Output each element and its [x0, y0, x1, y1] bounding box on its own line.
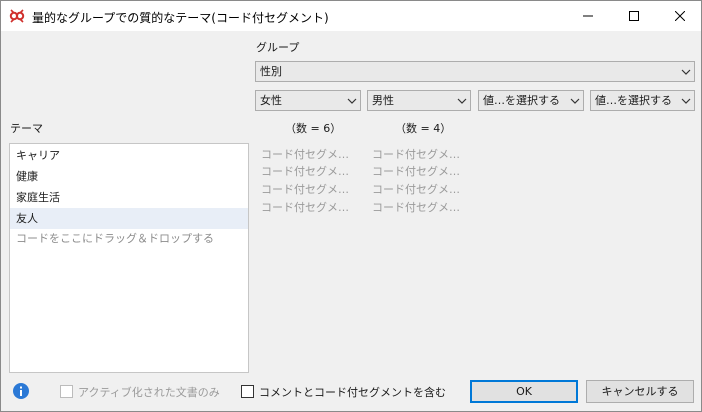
chevron-down-icon — [570, 98, 580, 104]
group-select-value: 性別 — [260, 65, 282, 78]
chevron-down-icon — [347, 98, 357, 104]
theme-item[interactable]: 健康 — [10, 166, 248, 187]
theme-item-selected[interactable]: 友人 — [10, 208, 248, 229]
chevron-down-icon — [681, 98, 691, 104]
group-value-1: 女性 — [260, 94, 282, 107]
maximize-icon — [629, 11, 639, 21]
theme-label: テーマ — [10, 122, 43, 135]
group-value-select-4[interactable]: 値…を選択する — [590, 90, 695, 111]
theme-item[interactable]: 家庭生活 — [10, 187, 248, 208]
coded-segment-cell[interactable]: コード付セグメ… — [372, 163, 460, 179]
group-label: グループ — [256, 41, 300, 54]
group-value-select-1[interactable]: 女性 — [255, 90, 361, 111]
group-value-select-3[interactable]: 値…を選択する — [478, 90, 584, 111]
dialog-window: 量的なグループでの質的なテーマ(コード付セグメント) グループ 性別 女性 男性… — [0, 0, 702, 412]
column-count-1: （数 = 6） — [285, 122, 342, 135]
coded-segment-cell[interactable]: コード付セグメ… — [261, 146, 349, 162]
group-value-2: 男性 — [372, 94, 394, 107]
include-comments-label: コメントとコード付セグメントを含む — [259, 386, 446, 399]
close-icon — [675, 11, 685, 21]
active-docs-checkbox[interactable] — [60, 385, 73, 398]
group-value-select-2[interactable]: 男性 — [367, 90, 471, 111]
coded-segment-cell[interactable]: コード付セグメ… — [372, 199, 460, 215]
coded-segment-cell[interactable]: コード付セグメ… — [261, 181, 349, 197]
info-icon[interactable] — [13, 383, 29, 399]
maxqda-app-icon — [9, 9, 25, 23]
minimize-icon — [583, 15, 593, 17]
chevron-down-icon — [457, 98, 467, 104]
column-count-2: （数 = 4） — [395, 122, 452, 135]
title-bar: 量的なグループでの質的なテーマ(コード付セグメント) — [1, 1, 701, 31]
group-value-3: 値…を選択する — [483, 94, 560, 107]
close-button[interactable] — [657, 1, 702, 31]
coded-segment-cell[interactable]: コード付セグメ… — [261, 163, 349, 179]
theme-list[interactable]: キャリア 健康 家庭生活 友人 コードをここにドラッグ＆ドロップする — [9, 143, 249, 373]
include-comments-checkbox[interactable] — [241, 385, 254, 398]
group-select[interactable]: 性別 — [255, 61, 695, 82]
active-docs-label: アクティブ化された文書のみ — [78, 386, 220, 399]
minimize-button[interactable] — [565, 1, 611, 31]
maximize-button[interactable] — [611, 1, 657, 31]
chevron-down-icon — [681, 69, 691, 75]
ok-button[interactable]: OK — [470, 380, 578, 403]
coded-segment-cell[interactable]: コード付セグメ… — [261, 199, 349, 215]
coded-segment-cell[interactable]: コード付セグメ… — [372, 181, 460, 197]
group-value-4: 値…を選択する — [595, 94, 672, 107]
coded-segment-cell[interactable]: コード付セグメ… — [372, 146, 460, 162]
drop-hint: コードをここにドラッグ＆ドロップする — [16, 232, 214, 245]
window-title: 量的なグループでの質的なテーマ(コード付セグメント) — [32, 11, 329, 25]
cancel-button[interactable]: キャンセルする — [586, 380, 694, 403]
theme-item[interactable]: キャリア — [10, 145, 248, 166]
